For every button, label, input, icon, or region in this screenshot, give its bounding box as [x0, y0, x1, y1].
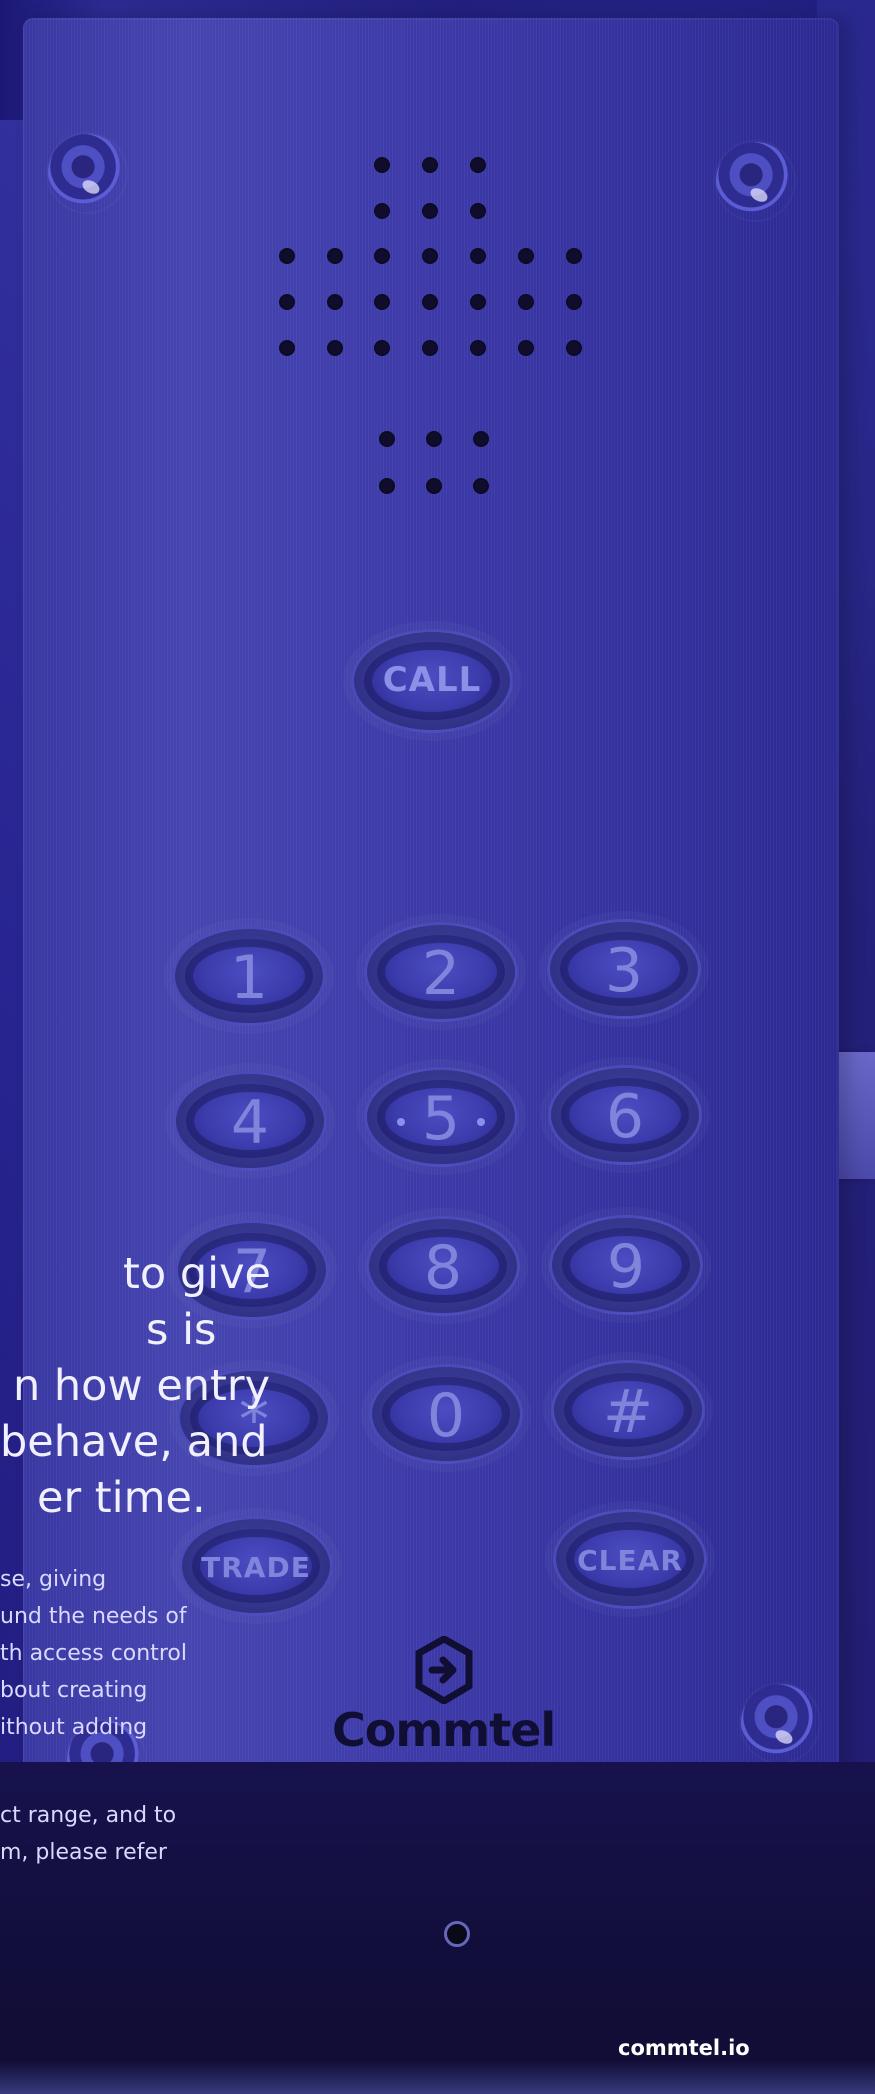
keypad-key-label: 6: [605, 1082, 645, 1152]
speaker-hole: [374, 157, 390, 173]
screw-bottom-right: [741, 1684, 819, 1762]
speaker-hole: [279, 248, 295, 264]
screw-top-right: [716, 142, 794, 220]
floor-edge: [0, 2060, 875, 2094]
commtel-logo-icon: [415, 1636, 473, 1704]
speaker-hole: [422, 294, 438, 310]
marketing-page: CALL 1 2 3 4 5 6 7 8 9 * 0 # TRADE CLEAR: [0, 0, 875, 2094]
keypad-key-hash[interactable]: #: [551, 1360, 705, 1460]
keypad-key-label: 4: [230, 1088, 270, 1158]
keypad-key-label: 3: [604, 936, 644, 1006]
speaker-hole: [279, 294, 295, 310]
speaker-hole: [470, 203, 486, 219]
clear-button[interactable]: CLEAR: [553, 1509, 707, 1609]
keypad-key-5[interactable]: 5: [364, 1067, 518, 1167]
speaker-hole: [470, 157, 486, 173]
speaker-hole: [473, 478, 489, 494]
indicator-light: [444, 1921, 470, 1947]
keypad-key-star[interactable]: *: [177, 1368, 331, 1468]
keypad-key-label: 7: [232, 1237, 272, 1307]
speaker-hole: [470, 294, 486, 310]
keypad-key-4[interactable]: 4: [173, 1071, 327, 1171]
keypad-key-2[interactable]: 2: [364, 922, 518, 1022]
brand-name: Commtel: [332, 1703, 556, 1757]
site-link[interactable]: commtel.io: [618, 2036, 750, 2060]
keypad-key-7[interactable]: 7: [175, 1220, 329, 1320]
keypad-key-0[interactable]: 0: [369, 1364, 523, 1464]
speaker-hole: [422, 248, 438, 264]
tactile-dot: [397, 1118, 405, 1126]
keypad-key-8[interactable]: 8: [366, 1216, 520, 1316]
speaker-hole: [327, 248, 343, 264]
trade-button[interactable]: TRADE: [179, 1516, 333, 1616]
speaker-hole: [566, 248, 582, 264]
keypad-key-label: 9: [606, 1232, 646, 1302]
trade-button-label: TRADE: [201, 1551, 311, 1584]
clear-button-label: CLEAR: [577, 1544, 683, 1577]
keypad-key-label: 5: [421, 1084, 461, 1154]
speaker-hole: [379, 478, 395, 494]
keypad-key-label: 0: [426, 1381, 466, 1451]
speaker-hole: [518, 294, 534, 310]
speaker-hole: [279, 340, 295, 356]
speaker-hole: [374, 294, 390, 310]
speaker-hole: [374, 203, 390, 219]
keypad-key-label: #: [602, 1377, 654, 1447]
speaker-hole: [566, 294, 582, 310]
call-button[interactable]: CALL: [351, 629, 513, 733]
speaker-hole: [327, 340, 343, 356]
keypad-key-3[interactable]: 3: [547, 919, 701, 1019]
speaker-hole: [518, 248, 534, 264]
speaker-hole: [518, 340, 534, 356]
speaker-hole: [374, 340, 390, 356]
speaker-hole: [422, 340, 438, 356]
speaker-hole: [473, 431, 489, 447]
tactile-dot: [477, 1118, 485, 1126]
speaker-hole: [426, 431, 442, 447]
speaker-hole: [422, 203, 438, 219]
speaker-hole: [379, 431, 395, 447]
keypad-key-label: *: [239, 1385, 269, 1455]
keypad-key-label: 2: [421, 939, 461, 1009]
keypad-key-6[interactable]: 6: [548, 1065, 702, 1165]
screw-top-left: [48, 134, 126, 212]
keypad-key-9[interactable]: 9: [549, 1215, 703, 1315]
keypad-key-label: 8: [423, 1233, 463, 1303]
wall-plate: [835, 1052, 875, 1179]
speaker-hole: [426, 478, 442, 494]
speaker-hole: [470, 248, 486, 264]
speaker-hole: [374, 248, 390, 264]
speaker-hole: [327, 294, 343, 310]
keypad-key-label: 1: [229, 943, 269, 1013]
intercom-panel: [23, 18, 839, 1784]
keypad-key-1[interactable]: 1: [172, 926, 326, 1026]
speaker-hole: [470, 340, 486, 356]
speaker-hole: [422, 157, 438, 173]
speaker-hole: [566, 340, 582, 356]
